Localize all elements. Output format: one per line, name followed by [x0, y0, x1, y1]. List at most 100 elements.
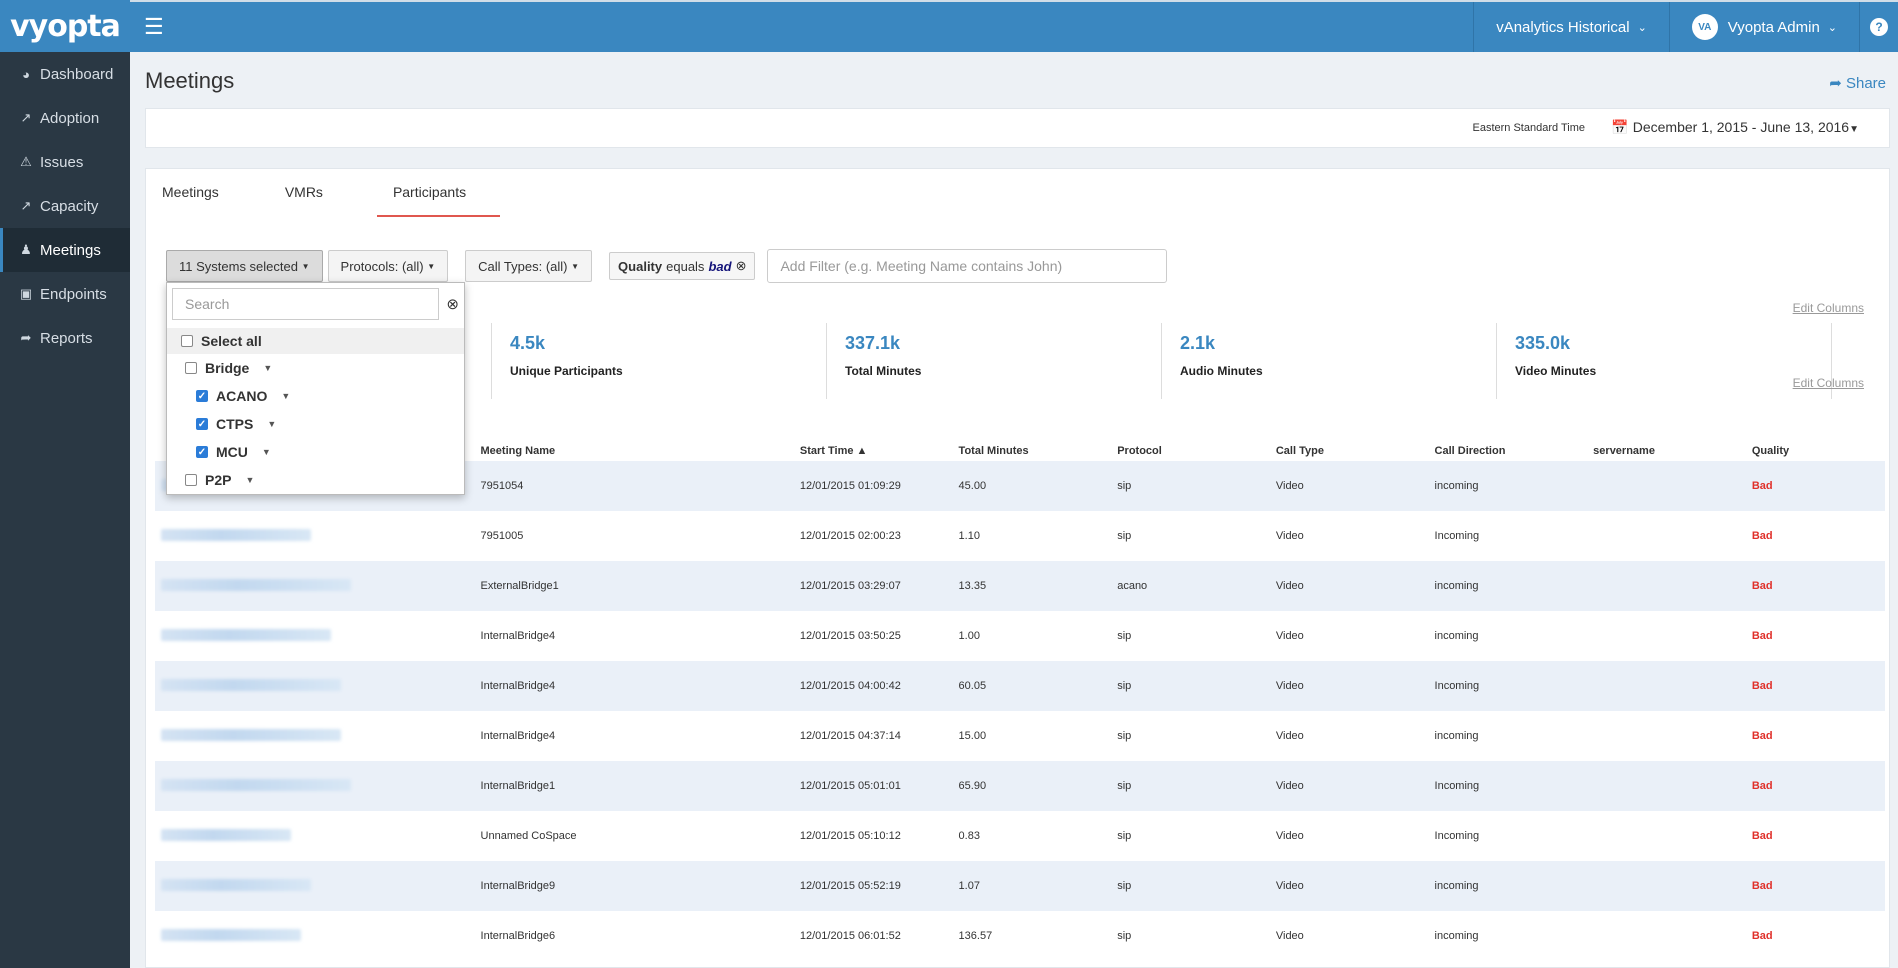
table-cell: InternalBridge1 [480, 761, 800, 811]
redacted-participant [161, 628, 331, 641]
column-header-start-time[interactable]: Start Time ▲ [800, 441, 959, 461]
column-header-label: Call Type [1275, 445, 1324, 457]
table-cell: InternalBridge6 [480, 930, 556, 942]
systems-filter-label: 11 Systems selected [179, 258, 298, 274]
checkbox[interactable]: ✓ [196, 390, 208, 402]
checkbox[interactable]: ✓ [196, 418, 208, 430]
stat-label: Total Minutes [845, 364, 922, 378]
remove-filter-icon[interactable]: ⊗ [736, 258, 747, 274]
column-header-meeting-name[interactable]: Meeting Name [481, 441, 800, 461]
caret-down-icon[interactable]: ▼ [267, 419, 276, 429]
system-option-bridge[interactable]: Bridge ▼ [167, 355, 464, 381]
table-row[interactable]: InternalBridge6 12/01/2015 06:01:52 136.57… [155, 911, 1885, 961]
edit-columns-link-stats[interactable]: Edit Columns [1793, 301, 1864, 315]
redacted-participant [161, 878, 311, 891]
product-selector[interactable]: vAnalytics Historical ⌄ [1473, 2, 1669, 52]
table-cell: Bad [1751, 830, 1773, 842]
column-header-servername[interactable]: servername [1593, 441, 1752, 461]
table-cell: incoming [1434, 461, 1594, 511]
column-header-protocol[interactable]: Protocol [1117, 441, 1276, 461]
caret-down-icon[interactable]: ▼ [262, 447, 271, 457]
chevron-down-icon: ⌄ [1637, 21, 1647, 34]
table-cell: Bad [1751, 761, 1885, 811]
share-button[interactable]: ➦ Share [1829, 74, 1886, 92]
table-cell: Video [1275, 830, 1304, 842]
table-row[interactable]: InternalBridge4 12/01/2015 04:37:14 15.00 s… [155, 711, 1885, 761]
table-row[interactable]: 7951005 12/01/2015 02:00:23 1.10 sip Video In… [155, 511, 1885, 561]
participant-cell-redacted [155, 711, 481, 761]
table-cell: Video [1275, 530, 1304, 542]
date-range-picker[interactable]: 📅 December 1, 2015 - June 13, 2016▼ [1611, 119, 1859, 136]
sidebar-item-meetings[interactable]: ♟ Meetings [0, 228, 130, 272]
table-cell: Bad [1751, 661, 1885, 711]
table-cell: sip [1117, 861, 1276, 911]
caret-down-icon[interactable]: ▼ [281, 391, 290, 401]
checkbox[interactable] [185, 362, 197, 374]
table-cell: InternalBridge4 [480, 661, 800, 711]
system-option-mcu[interactable]: ✓ MCU ▼ [167, 439, 464, 465]
edit-columns-link-table[interactable]: Edit Columns [1793, 376, 1864, 390]
table-cell: 12/01/2015 03:50:25 [799, 630, 901, 642]
quality-filter-chip[interactable]: Quality equals bad ⊗ [609, 252, 756, 280]
sidebar-item-endpoints[interactable]: ▣ Endpoints [0, 272, 130, 316]
select-all-option[interactable]: Select all [167, 328, 464, 354]
table-row[interactable]: ExternalBridge1 12/01/2015 03:29:07 13.35 a… [155, 561, 1885, 611]
checkbox[interactable]: ✓ [196, 446, 208, 458]
table-cell: 7951054 [480, 461, 800, 511]
checkbox[interactable] [181, 335, 193, 347]
table-cell: 12/01/2015 05:52:19 [799, 861, 959, 911]
help-icon: ? [1870, 18, 1888, 36]
sidebar-item-capacity[interactable]: ↗ Capacity [0, 184, 130, 228]
redacted-participant [161, 678, 341, 691]
sidebar-item-adoption[interactable]: ↗ Adoption [0, 96, 130, 140]
sidebar-item-label: Reports [40, 329, 93, 347]
table-row[interactable]: InternalBridge1 12/01/2015 05:01:01 65.90 s… [155, 761, 1885, 811]
table-cell: 12/01/2015 04:37:14 [799, 730, 901, 742]
protocols-filter-label: Protocols: (all) [340, 258, 424, 274]
system-option-acano[interactable]: ✓ ACANO ▼ [167, 383, 464, 409]
column-header-call-direction[interactable]: Call Direction [1435, 441, 1594, 461]
chevron-down-icon: ⌄ [1827, 21, 1837, 34]
table-row[interactable]: InternalBridge4 12/01/2015 04:00:42 60.05 s… [155, 661, 1885, 711]
filter-bar: 11 Systems selected ▼ Protocols: (all) ▼… [166, 249, 1168, 283]
table-cell: 12/01/2015 02:00:23 [799, 530, 901, 542]
hamburger-menu-icon[interactable]: ☰ [144, 14, 164, 40]
user-menu[interactable]: VA Vyopta Admin ⌄ [1668, 2, 1859, 52]
systems-dropdown: Search ⊗ Select all Bridge ▼ ✓ ACANO ▼ ✓ CTPS ▼… [166, 282, 465, 495]
column-header-call-type[interactable]: Call Type [1276, 441, 1435, 461]
tab-meetings[interactable]: Meetings [146, 169, 235, 217]
stat-value: 335.0k [1515, 333, 1571, 353]
column-header-total-minutes[interactable]: Total Minutes [959, 441, 1118, 461]
vyopta-logo[interactable]: vyopta [0, 0, 130, 52]
table-cell: sip [1117, 661, 1276, 711]
system-option-p2p[interactable]: P2P ▼ [167, 467, 464, 493]
checkbox[interactable] [185, 474, 197, 486]
stat-label: Unique Participants [510, 364, 623, 378]
call-types-filter-button[interactable]: Call Types: (all) ▼ [465, 250, 593, 282]
help-button[interactable]: ? [1859, 2, 1898, 52]
redacted-participant [161, 528, 311, 541]
table-row[interactable]: InternalBridge9 12/01/2015 05:52:19 1.07 si… [155, 861, 1885, 911]
caret-down-icon: ▼ [571, 261, 580, 271]
option-label: ACANO [216, 388, 268, 404]
add-filter-input[interactable]: Add Filter (e.g. Meeting Name contains J… [767, 249, 1168, 283]
caret-down-icon[interactable]: ▼ [263, 363, 272, 373]
redacted-participant [161, 928, 301, 941]
date-panel: Eastern Standard Time 📅 December 1, 2015… [145, 108, 1890, 148]
table-cell: Bad [1751, 630, 1773, 642]
systems-filter-button[interactable]: 11 Systems selected ▼ [166, 250, 323, 282]
table-row[interactable]: Unnamed CoSpace 12/01/2015 05:10:12 0.83 si… [155, 811, 1885, 861]
system-option-ctps[interactable]: ✓ CTPS ▼ [167, 411, 464, 437]
tab-participants[interactable]: Participants [376, 169, 501, 217]
clear-search-icon[interactable]: ⊗ [446, 295, 459, 313]
table-cell: 7951005 [480, 530, 524, 542]
column-header-quality[interactable]: Quality [1752, 441, 1885, 461]
protocols-filter-button[interactable]: Protocols: (all) ▼ [327, 250, 449, 282]
dropdown-search-input[interactable]: Search [172, 288, 439, 320]
sidebar-item-reports[interactable]: ➦ Reports [0, 316, 130, 360]
sidebar-item-issues[interactable]: ⚠ Issues [0, 140, 130, 184]
caret-down-icon[interactable]: ▼ [245, 475, 254, 485]
table-row[interactable]: InternalBridge4 12/01/2015 03:50:25 1.00 si… [155, 611, 1885, 661]
sidebar-item-dashboard[interactable]: ◕ Dashboard [0, 52, 130, 96]
tab-vmrs[interactable]: VMRs [269, 169, 339, 217]
